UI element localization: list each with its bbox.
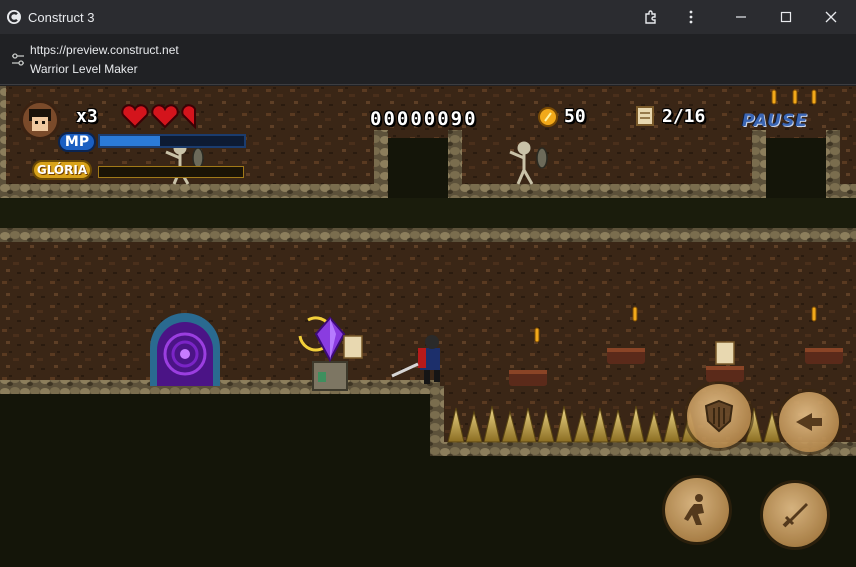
address-bar: https://preview.construct.net Warrior Le… xyxy=(0,34,856,85)
close-button[interactable] xyxy=(808,0,854,34)
window-titlebar: Construct 3 xyxy=(0,0,856,34)
player-avatar xyxy=(20,100,60,140)
coin-icon xyxy=(538,107,558,127)
heart-icon xyxy=(151,104,179,129)
scroll-icon xyxy=(636,106,654,126)
site-settings-icon[interactable] xyxy=(10,52,26,68)
url-text[interactable]: https://preview.construct.net xyxy=(30,43,179,57)
coin-counter: 50 xyxy=(564,106,586,127)
construct-logo-icon xyxy=(7,10,21,24)
running-warrior-icon xyxy=(684,494,704,525)
maximize-icon xyxy=(780,11,792,23)
gloria-bar xyxy=(98,166,244,178)
heart-half-icon xyxy=(181,104,196,130)
shield-icon xyxy=(704,399,734,433)
pause-button[interactable]: PAUSE xyxy=(742,111,808,131)
health-hearts xyxy=(121,104,196,130)
window-title: Construct 3 xyxy=(28,9,95,25)
maximize-button[interactable] xyxy=(763,0,809,34)
scroll-pickup xyxy=(715,341,735,365)
jump-button[interactable] xyxy=(665,478,729,542)
dash-button[interactable] xyxy=(779,392,839,452)
page-title: Warrior Level Maker xyxy=(30,62,138,76)
minimize-button[interactable] xyxy=(718,0,764,34)
minimize-icon xyxy=(736,16,746,18)
heart-icon xyxy=(121,104,149,129)
shield-button[interactable] xyxy=(687,384,751,448)
dash-icon xyxy=(796,413,822,431)
more-options-button[interactable] xyxy=(668,0,714,34)
warrior-face-icon xyxy=(29,109,51,131)
mp-badge: MP xyxy=(58,132,96,152)
portal-door xyxy=(150,313,220,386)
lives-counter: x3 xyxy=(76,106,98,127)
extension-icon xyxy=(645,10,656,24)
attack-button[interactable] xyxy=(763,483,827,547)
game-viewport[interactable]: x3 MP GLÓRIA 00000090 50 2/16 PAUSE xyxy=(0,86,856,567)
score-counter: 00000090 xyxy=(370,108,478,130)
close-icon xyxy=(825,11,837,23)
gloria-badge: GLÓRIA xyxy=(32,160,92,180)
mp-bar-fill xyxy=(100,136,161,146)
mp-bar xyxy=(98,134,246,148)
sword-icon xyxy=(782,503,808,528)
game-world xyxy=(0,86,856,567)
scroll-counter: 2/16 xyxy=(662,106,706,127)
more-vertical-icon xyxy=(689,10,693,24)
